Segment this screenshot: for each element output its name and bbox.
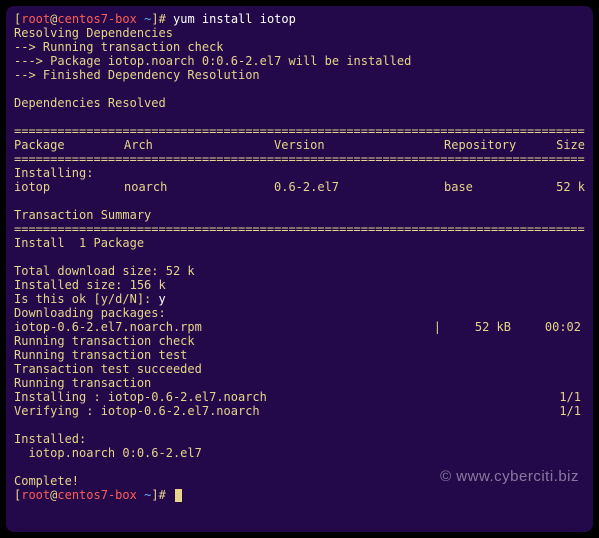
blank-line xyxy=(14,250,585,264)
download-size: 52 kB xyxy=(441,320,511,334)
install-step: Installing : iotop-0.6-2.el7.noarch xyxy=(14,390,559,404)
prompt-path: ~ xyxy=(144,12,151,26)
separator: ========================================… xyxy=(14,152,585,166)
installed-package: iotop.noarch 0:0.6-2.el7 xyxy=(14,446,585,460)
pkg-repo: base xyxy=(444,180,544,194)
download-row: iotop-0.6-2.el7.noarch.rpm | 52 kB 00:02 xyxy=(14,320,585,334)
table-row: iotop noarch 0.6-2.el7 base 52 k xyxy=(14,180,585,194)
download-time: 00:02 xyxy=(511,320,585,334)
prompt-symbol: # xyxy=(159,12,166,26)
table-header: Package Arch Version Repository Size xyxy=(14,138,585,152)
output-line: --> Finished Dependency Resolution xyxy=(14,68,585,82)
install-progress: 1/1 xyxy=(559,390,585,404)
pkg-arch: noarch xyxy=(124,180,274,194)
installing-header: Installing: xyxy=(14,166,585,180)
installed-header: Installed: xyxy=(14,432,585,446)
prompt-path: ~ xyxy=(144,488,151,502)
screenshot-frame: [root@centos7-box ~]# yum install iotop … xyxy=(0,0,599,538)
prompt-host: centos7-box xyxy=(57,12,136,26)
confirm-question: Is this ok [y/d/N]: xyxy=(14,292,159,306)
col-package: Package xyxy=(14,138,124,152)
col-version: Version xyxy=(274,138,444,152)
shell-prompt-line[interactable]: [root@centos7-box ~]# xyxy=(14,488,585,502)
verify-step: Verifying : iotop-0.6-2.el7.noarch xyxy=(14,404,559,418)
install-step-row: Installing : iotop-0.6-2.el7.noarch 1/1 xyxy=(14,390,585,404)
cursor-icon xyxy=(175,489,182,502)
blank-line xyxy=(14,110,585,124)
col-arch: Arch xyxy=(124,138,274,152)
output-line: Running transaction test xyxy=(14,348,585,362)
output-line: Running transaction xyxy=(14,376,585,390)
prompt-user: root xyxy=(21,488,50,502)
col-repo: Repository xyxy=(444,138,544,152)
output-line: Transaction test succeeded xyxy=(14,362,585,376)
total-download: Total download size: 52 k xyxy=(14,264,585,278)
prompt-symbol: # xyxy=(159,488,166,502)
confirm-line: Is this ok [y/d/N]: y xyxy=(14,292,585,306)
output-line: --> Running transaction check xyxy=(14,40,585,54)
install-count: Install 1 Package xyxy=(14,236,585,250)
pkg-size: 52 k xyxy=(544,180,585,194)
verify-step-row: Verifying : iotop-0.6-2.el7.noarch 1/1 xyxy=(14,404,585,418)
shell-prompt-line: [root@centos7-box ~]# yum install iotop xyxy=(14,12,585,26)
separator: ========================================… xyxy=(14,124,585,138)
complete: Complete! xyxy=(14,474,585,488)
command-text: yum install iotop xyxy=(173,12,296,26)
transaction-summary: Transaction Summary xyxy=(14,208,585,222)
output-line: Running transaction check xyxy=(14,334,585,348)
confirm-answer: y xyxy=(159,292,166,306)
installed-size: Installed size: 156 k xyxy=(14,278,585,292)
blank-line xyxy=(14,82,585,96)
pkg-name: iotop xyxy=(14,180,124,194)
blank-line xyxy=(14,194,585,208)
output-line: Resolving Dependencies xyxy=(14,26,585,40)
output-line: Dependencies Resolved xyxy=(14,96,585,110)
download-file: iotop-0.6-2.el7.noarch.rpm xyxy=(14,320,434,334)
blank-line xyxy=(14,460,585,474)
separator: ========================================… xyxy=(14,222,585,236)
terminal[interactable]: [root@centos7-box ~]# yum install iotop … xyxy=(6,6,593,532)
output-line: ---> Package iotop.noarch 0:0.6-2.el7 wi… xyxy=(14,54,585,68)
pkg-version: 0.6-2.el7 xyxy=(274,180,444,194)
prompt-host: centos7-box xyxy=(57,488,136,502)
downloading: Downloading packages: xyxy=(14,306,585,320)
verify-progress: 1/1 xyxy=(559,404,585,418)
download-bar: | xyxy=(434,320,441,334)
prompt-user: root xyxy=(21,12,50,26)
blank-line xyxy=(14,418,585,432)
col-size: Size xyxy=(544,138,585,152)
